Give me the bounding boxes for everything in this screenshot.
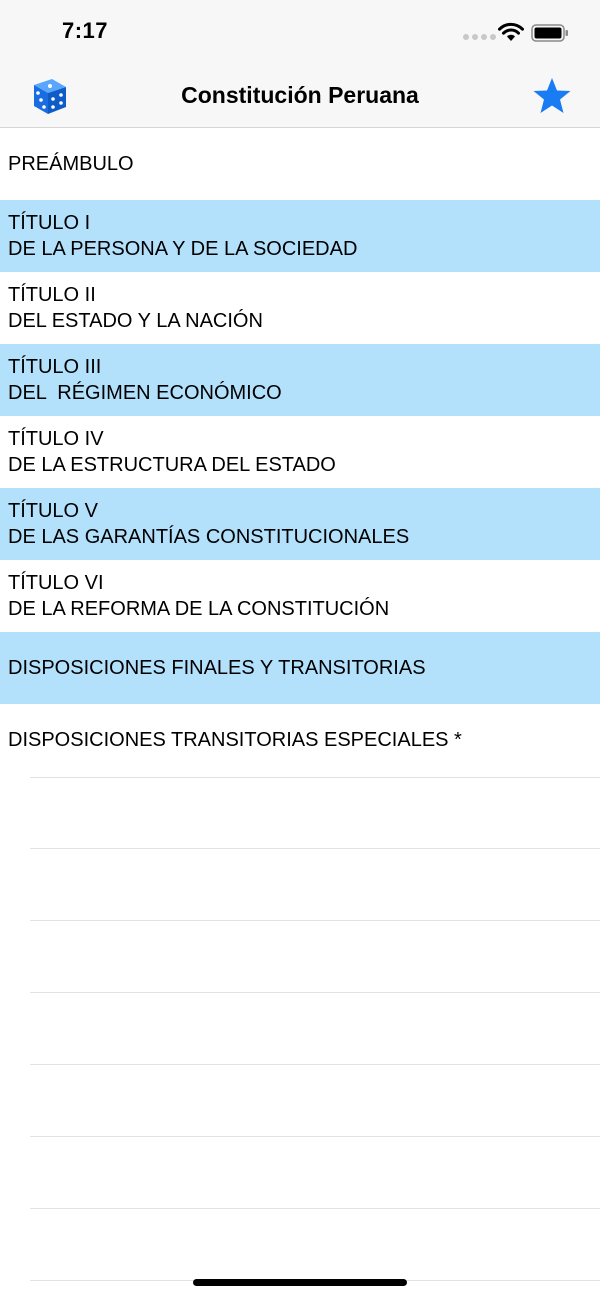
list-item-label: DE LAS GARANTÍAS CONSTITUCIONALES xyxy=(8,526,410,548)
list-item-title: TÍTULO VI xyxy=(8,572,104,594)
cellular-signal-icon xyxy=(463,34,496,40)
star-icon[interactable] xyxy=(532,76,572,116)
battery-icon xyxy=(531,24,568,42)
list-item-label: DEL RÉGIMEN ECONÓMICO xyxy=(8,382,282,404)
list-item-title: TÍTULO I xyxy=(8,212,91,234)
list-item[interactable]: DISPOSICIONES TRANSITORIAS ESPECIALES * xyxy=(0,704,600,776)
empty-list-area xyxy=(0,777,600,1281)
wifi-icon xyxy=(498,22,524,41)
navigation-bar: Constitución Peruana xyxy=(0,62,600,128)
page-title: Constitución Peruana xyxy=(181,82,419,108)
list-item[interactable]: PREÁMBULO xyxy=(0,128,600,200)
list-item[interactable]: TÍTULO I DE LA PERSONA Y DE LA SOCIEDAD xyxy=(0,200,600,272)
list-item-title: TÍTULO II xyxy=(8,284,96,306)
empty-row xyxy=(30,1065,600,1137)
list-item[interactable]: TÍTULO V DE LAS GARANTÍAS CONSTITUCIONALE… xyxy=(0,488,600,560)
list-item-label: DEL ESTADO Y LA NACIÓN xyxy=(8,310,263,332)
list-item[interactable]: TÍTULO IV DE LA ESTRUCTURA DEL ESTADO xyxy=(0,416,600,488)
list-item-label: DISPOSICIONES TRANSITORIAS ESPECIALES * xyxy=(8,729,462,751)
empty-row xyxy=(30,849,600,921)
list-item-title: TÍTULO IV xyxy=(8,428,104,450)
list-item[interactable]: TÍTULO II DEL ESTADO Y LA NACIÓN xyxy=(0,272,600,344)
list-item[interactable]: TÍTULO III DEL RÉGIMEN ECONÓMICO xyxy=(0,344,600,416)
empty-row xyxy=(30,1209,600,1281)
list-item[interactable]: TÍTULO VI DE LA REFORMA DE LA CONSTITUCIÓ… xyxy=(0,560,600,632)
status-time: 7:17 xyxy=(62,18,109,43)
empty-row xyxy=(30,993,600,1065)
list-item-label: DISPOSICIONES FINALES Y TRANSITORIAS xyxy=(8,657,426,679)
empty-row xyxy=(30,1137,600,1209)
list-item-label: DE LA REFORMA DE LA CONSTITUCIÓN xyxy=(8,598,390,620)
empty-row xyxy=(30,921,600,993)
empty-row xyxy=(30,777,600,849)
status-bar: 7:17 xyxy=(0,0,600,62)
sections-list: PREÁMBULO TÍTULO I DE LA PERSONA Y DE LA S… xyxy=(0,128,600,776)
home-indicator[interactable] xyxy=(193,1279,407,1286)
list-item-label: PREÁMBULO xyxy=(8,153,134,175)
list-item-label: DE LA ESTRUCTURA DEL ESTADO xyxy=(8,454,336,476)
list-item-title: TÍTULO III xyxy=(8,356,102,378)
list-item-label: DE LA PERSONA Y DE LA SOCIEDAD xyxy=(8,238,358,260)
list-item[interactable]: DISPOSICIONES FINALES Y TRANSITORIAS xyxy=(0,632,600,704)
list-item-title: TÍTULO V xyxy=(8,500,99,522)
